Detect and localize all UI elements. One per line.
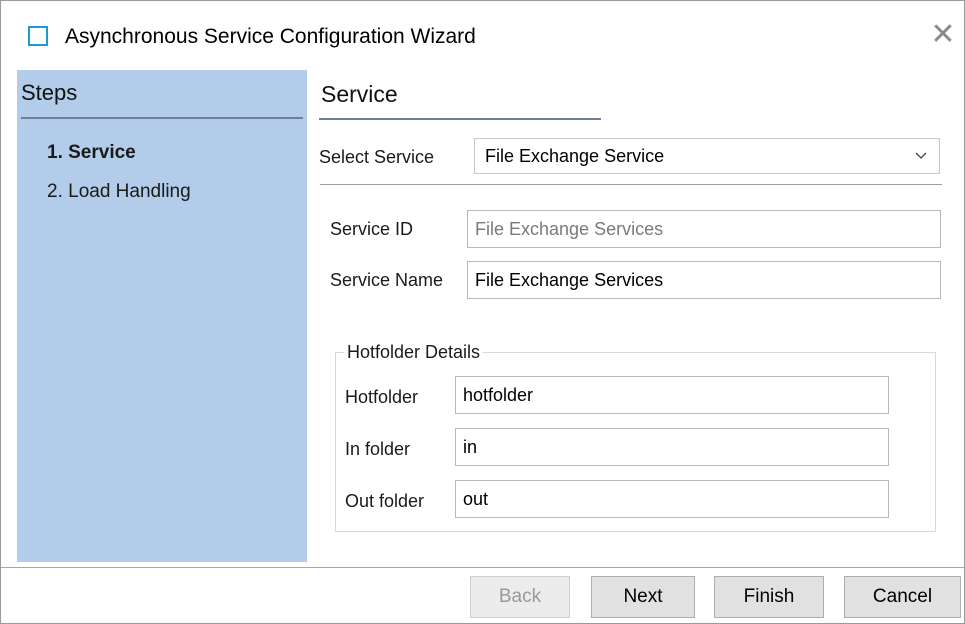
steps-divider (21, 117, 303, 119)
step-load-handling[interactable]: 2. Load Handling (47, 181, 191, 203)
finish-button[interactable]: Finish (714, 576, 824, 618)
out-folder-value: out (463, 489, 489, 509)
step-service[interactable]: 1. Service (47, 142, 136, 164)
back-button[interactable]: Back (470, 576, 570, 618)
title-bar: Asynchronous Service Configuration Wizar… (1, 1, 964, 67)
service-select[interactable]: File Exchange Service (474, 138, 940, 174)
wizard-window: Asynchronous Service Configuration Wizar… (0, 0, 965, 624)
service-id-field: File Exchange Services (467, 210, 941, 248)
in-folder-value: in (463, 437, 478, 457)
hotfolder-label: Hotfolder (345, 387, 419, 407)
separator (320, 184, 942, 185)
service-name-label: Service Name (330, 270, 444, 290)
in-folder-field[interactable]: in (455, 428, 889, 466)
steps-panel: Steps 1. Service 2. Load Handling (17, 70, 307, 562)
hotfolder-details-legend: Hotfolder Details (344, 342, 484, 363)
service-id-label: Service ID (330, 219, 414, 239)
section-divider (319, 118, 601, 120)
select-service-label: Select Service (319, 147, 435, 167)
service-name-field[interactable]: File Exchange Services (467, 261, 941, 299)
out-folder-field[interactable]: out (455, 480, 889, 518)
next-button[interactable]: Next (591, 576, 695, 618)
hotfolder-value: hotfolder (463, 385, 534, 405)
chevron-down-icon (915, 152, 927, 159)
close-icon[interactable]: ✕ (925, 17, 961, 53)
service-select-value: File Exchange Service (485, 146, 665, 166)
window-title: Asynchronous Service Configuration Wizar… (65, 25, 476, 48)
section-title: Service (321, 81, 398, 107)
in-folder-label: In folder (345, 439, 411, 459)
hotfolder-field[interactable]: hotfolder (455, 376, 889, 414)
steps-heading: Steps (21, 80, 78, 105)
footer-divider (1, 567, 964, 568)
service-id-value: File Exchange Services (475, 219, 664, 239)
cancel-button[interactable]: Cancel (844, 576, 961, 618)
service-name-value: File Exchange Services (475, 270, 664, 290)
out-folder-label: Out folder (345, 491, 425, 511)
app-window-icon (28, 26, 48, 46)
